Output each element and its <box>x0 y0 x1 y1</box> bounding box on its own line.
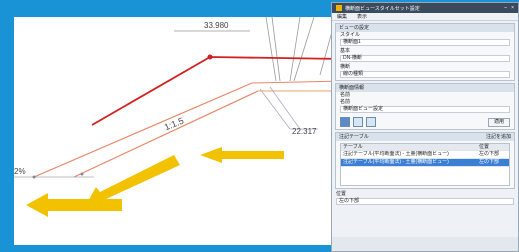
table-row[interactable]: 注記テーブル(平均断面法) - 土量(横断面ビュー) 左の下部 <box>341 150 509 158</box>
style-field[interactable]: 横断面1 <box>340 39 510 46</box>
sub-label: 名前 <box>340 92 351 98</box>
field-label: 横断 <box>340 64 351 70</box>
column-header: テーブル <box>343 144 363 150</box>
arrow-icon <box>200 147 284 163</box>
dimension-left: 2% <box>14 167 26 176</box>
name-input[interactable]: 横断面ビュー設定 <box>340 106 510 113</box>
option-toggle[interactable] <box>340 117 350 127</box>
row-text: 注記テーブル(平均断面法) - 土量(横断面ビュー) <box>343 159 449 165</box>
section-header: 注記テーブル 注記を追加 <box>336 133 514 141</box>
panel-title: 横断面ビュースタイルセット設定 <box>345 5 420 12</box>
section-title: 注記テーブル <box>339 134 369 140</box>
minimize-icon[interactable]: – <box>504 5 507 11</box>
section-info: 横断面情報 名前 名前 横断面ビュー設定 適用 <box>335 83 515 130</box>
dimension-right: 22.317 <box>292 127 317 136</box>
option-toggle[interactable] <box>366 117 376 127</box>
arrow-icon <box>86 155 180 205</box>
dimension-top: 33.980 <box>204 21 229 30</box>
app-icon <box>336 5 342 11</box>
close-icon[interactable]: × <box>511 5 514 11</box>
panel-titlebar: 横断面ビュースタイルセット設定 – × <box>332 3 518 13</box>
bottom-label: 位置 <box>336 191 347 197</box>
field-label: 基本 <box>340 48 351 54</box>
panel-footer <box>332 237 518 251</box>
guide-line <box>289 17 301 82</box>
section-header: ビューの設定 <box>336 24 514 32</box>
style-settings-panel: 横断面ビュースタイルセット設定 – × 編集 表示 ビューの設定 スタイル 横断… <box>331 2 519 252</box>
design-slope <box>33 82 253 178</box>
position-field[interactable]: 左の下部 <box>336 198 514 205</box>
notes-table: テーブル 位置 注記テーブル(平均断面法) - 土量(横断面ビュー) 左の下部 … <box>340 143 510 186</box>
row-position: 左の下部 <box>479 151 500 157</box>
field-label: スタイル <box>340 32 361 38</box>
vertex-point <box>80 172 84 176</box>
base-field[interactable]: DN-横断 <box>340 55 510 62</box>
guide-line <box>265 17 277 82</box>
table-header: テーブル 位置 <box>341 144 509 150</box>
apply-button[interactable]: 適用 <box>487 117 510 127</box>
name-label: 名前 <box>340 99 351 105</box>
menu-bar: 編集 表示 <box>332 13 518 21</box>
linetype-field[interactable]: 線の種類 <box>340 71 510 78</box>
add-note-button[interactable]: 注記を追加 <box>486 134 511 140</box>
menu-edit[interactable]: 編集 <box>337 13 347 20</box>
guide-line <box>293 17 315 82</box>
vertex-point <box>207 54 213 60</box>
row-text: 注記テーブル(平均断面法) - 土量(横断面ビュー) <box>343 151 449 157</box>
option-toggle[interactable] <box>353 117 363 127</box>
menu-view[interactable]: 表示 <box>357 13 367 20</box>
row-position: 左の下部 <box>479 159 500 165</box>
column-header: 位置 <box>479 144 490 150</box>
section-header: 横断面情報 <box>336 84 514 92</box>
table-section: 注記テーブル 注記を追加 テーブル 位置 注記テーブル(平均断面法) - 土量(… <box>335 132 515 189</box>
table-empty-area <box>341 166 509 185</box>
vertex-point <box>32 175 36 179</box>
guide-line <box>271 17 281 82</box>
view-settings-section: ビューの設定 スタイル 横断面1 基本 DN-横断 横断 線の種類 <box>335 23 515 81</box>
toolbar: 適用 <box>336 115 514 129</box>
table-row-selected[interactable]: 注記テーブル(平均断面法) - 土量(横断面ビュー) 左の下部 <box>341 158 509 166</box>
